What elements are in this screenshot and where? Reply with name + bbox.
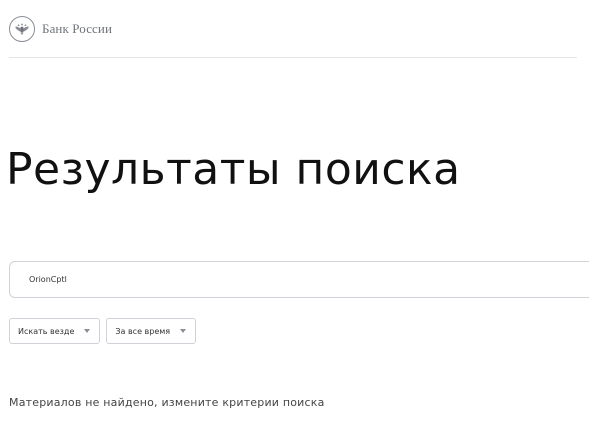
search-results-page: Банк России Результаты поиска Искать вез…: [0, 0, 595, 431]
filter-period-select[interactable]: За все время: [106, 318, 197, 344]
filter-scope-label: Искать везде: [18, 326, 75, 336]
no-results-message: Материалов не найдено, измените критерии…: [9, 396, 325, 409]
chevron-down-icon: [84, 329, 91, 333]
search-box[interactable]: [9, 261, 589, 298]
logo-text[interactable]: Банк России: [42, 21, 112, 37]
filter-scope-select[interactable]: Искать везде: [9, 318, 101, 344]
header: Банк России: [9, 13, 112, 45]
chevron-down-icon: [180, 329, 187, 333]
bank-of-russia-eagle-icon[interactable]: [9, 16, 35, 42]
filter-period-label: За все время: [115, 326, 171, 336]
eagle-emblem-svg: [15, 23, 29, 36]
filter-bar: Искать везде За все время: [9, 318, 197, 344]
page-title: Результаты поиска: [6, 144, 461, 195]
header-divider: [9, 57, 577, 58]
search-input[interactable]: [27, 274, 589, 285]
